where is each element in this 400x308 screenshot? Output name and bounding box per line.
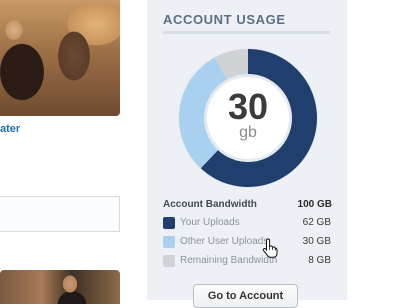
video-title-link[interactable]: ater xyxy=(0,123,20,135)
go-to-account-button[interactable]: Go to Account xyxy=(193,284,298,308)
content-box xyxy=(0,196,120,232)
legend-value: 30 GB xyxy=(302,236,331,247)
legend-value: 8 GB xyxy=(308,255,331,266)
usage-center-value: 30 xyxy=(227,86,269,127)
legend-item-your-uploads: Your Uploads 62 GB xyxy=(163,217,331,231)
legend-swatch xyxy=(163,255,175,267)
legend-swatch xyxy=(163,236,175,248)
title-divider xyxy=(163,31,330,34)
legend-item-remaining: Remaining Bandwidth 8 GB xyxy=(163,255,331,269)
usage-center-unit: gb xyxy=(239,124,257,141)
panel-title: ACCOUNT USAGE xyxy=(163,12,286,27)
legend-label: Your Uploads xyxy=(180,217,240,228)
legend-value: 62 GB xyxy=(302,217,331,228)
video-thumbnail-top[interactable] xyxy=(0,0,120,116)
legend-swatch xyxy=(163,217,175,229)
bandwidth-label: Account Bandwidth xyxy=(163,199,257,210)
bandwidth-total: 100 GB xyxy=(297,199,332,210)
video-thumbnail-bottom[interactable] xyxy=(0,270,120,304)
hand-pointer-icon xyxy=(262,238,278,258)
account-usage-panel: ACCOUNT USAGE 30 gb Account Bandwidth 10… xyxy=(147,0,347,308)
legend-item-other-uploads: Other User Uploads 30 GB xyxy=(163,236,331,250)
